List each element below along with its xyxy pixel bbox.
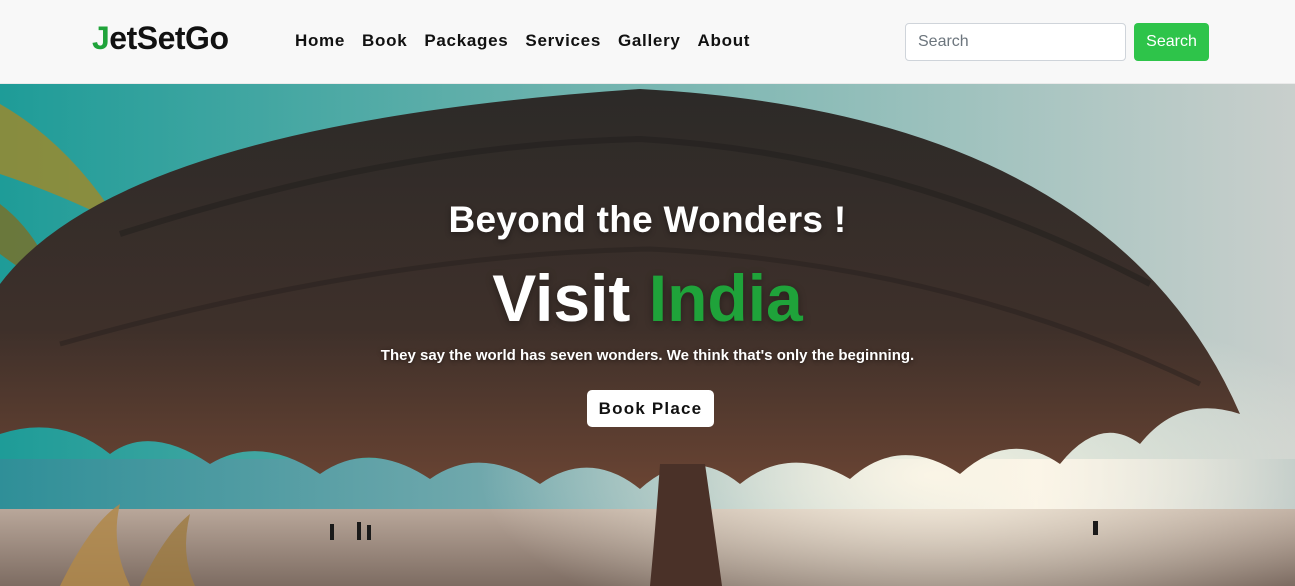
search-button[interactable]: Search — [1134, 23, 1209, 61]
brand-logo-text: etSetGo — [109, 20, 229, 56]
hero-title-visit: Visit — [492, 261, 631, 335]
hero-content: Beyond the Wonders ! Visit India They sa… — [0, 84, 1295, 586]
nav-link-services[interactable]: Services — [525, 31, 601, 51]
hero-tagline: They say the world has seven wonders. We… — [380, 347, 915, 364]
hero-subtitle: Beyond the Wonders ! — [448, 199, 847, 240]
nav-link-book[interactable]: Book — [362, 31, 407, 51]
navbar: JetSetGo Home Book Packages Services Gal… — [0, 0, 1295, 84]
search-input[interactable] — [905, 23, 1126, 61]
nav-link-packages[interactable]: Packages — [424, 31, 508, 51]
book-place-button[interactable]: Book Place — [587, 390, 714, 427]
nav-links: Home Book Packages Services Gallery Abou… — [295, 31, 767, 51]
nav-link-about[interactable]: About — [698, 31, 751, 51]
hero-section: Beyond the Wonders ! Visit India They sa… — [0, 84, 1295, 586]
brand-logo[interactable]: JetSetGo — [92, 20, 229, 57]
nav-link-home[interactable]: Home — [295, 31, 345, 51]
nav-link-gallery[interactable]: Gallery — [618, 31, 681, 51]
hero-title: Visit India — [0, 260, 1295, 336]
hero-title-india: India — [648, 261, 803, 335]
brand-logo-accent-letter: J — [92, 20, 110, 56]
